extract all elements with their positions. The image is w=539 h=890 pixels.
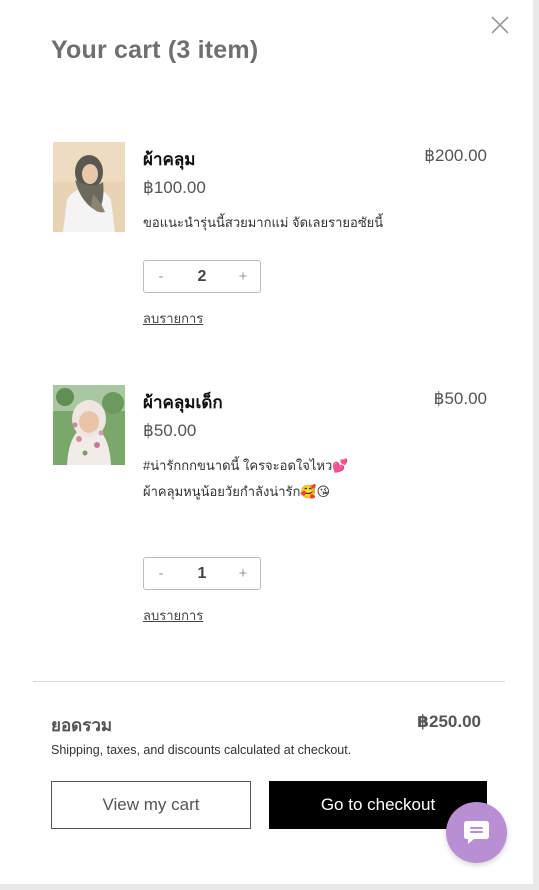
close-icon[interactable] (489, 14, 511, 36)
view-cart-button[interactable]: View my cart (51, 781, 251, 829)
subtotal-label: ยอดรวม (51, 716, 113, 735)
remove-item-link[interactable]: ลบรายการ (143, 605, 203, 626)
item-note-line: ผ้าคลุมหนูน้อยวัยกำลังน่ารัก🥰😘 (143, 484, 331, 499)
cart-title: Your cart (3 item) (51, 36, 259, 64)
item-name[interactable]: ผ้าคลุม (143, 146, 196, 173)
decrease-quantity-button[interactable]: - (146, 558, 176, 589)
product-image-scarf[interactable] (53, 142, 125, 232)
item-name[interactable]: ผ้าคลุมเด็ก (143, 389, 223, 416)
subtotal-value: ฿250.00 (417, 712, 481, 731)
decrease-quantity-button[interactable]: - (146, 261, 176, 292)
quantity-stepper: - 1 + (143, 557, 261, 590)
cart-drawer: Your cart (3 item) ผ้าคลุม ฿200.00 ฿100.… (0, 0, 539, 890)
increase-quantity-button[interactable]: + (228, 261, 258, 292)
item-line-total: ฿200.00 (424, 146, 487, 165)
summary-divider (33, 681, 505, 682)
item-line-total: ฿50.00 (433, 389, 487, 408)
item-note-line: ขอแนะนำรุ่นนี้สวยมากแม่ จัดเลยรายอซัยนี้ (143, 215, 384, 230)
shipping-note: Shipping, taxes, and discounts calculate… (51, 743, 352, 757)
item-note: ขอแนะนำรุ่นนี้สวยมากแม่ จัดเลยรายอซัยนี้ (143, 210, 443, 236)
item-note: #น่ารักกกขนาดนี้ ใครจะอดใจไหว💕 ผ้าคลุมหน… (143, 453, 443, 505)
item-note-line: #น่ารักกกขนาดนี้ ใครจะอดใจไหว💕 (143, 458, 349, 473)
item-unit-price: ฿50.00 (143, 421, 197, 440)
remove-item-link[interactable]: ลบรายการ (143, 308, 203, 329)
quantity-stepper: - 2 + (143, 260, 261, 293)
chat-bubble-icon[interactable] (446, 802, 507, 863)
increase-quantity-button[interactable]: + (228, 558, 258, 589)
quantity-value[interactable]: 2 (174, 261, 230, 292)
item-unit-price: ฿100.00 (143, 178, 206, 197)
quantity-value[interactable]: 1 (174, 558, 230, 589)
product-image-kids-scarf[interactable] (53, 385, 125, 475)
